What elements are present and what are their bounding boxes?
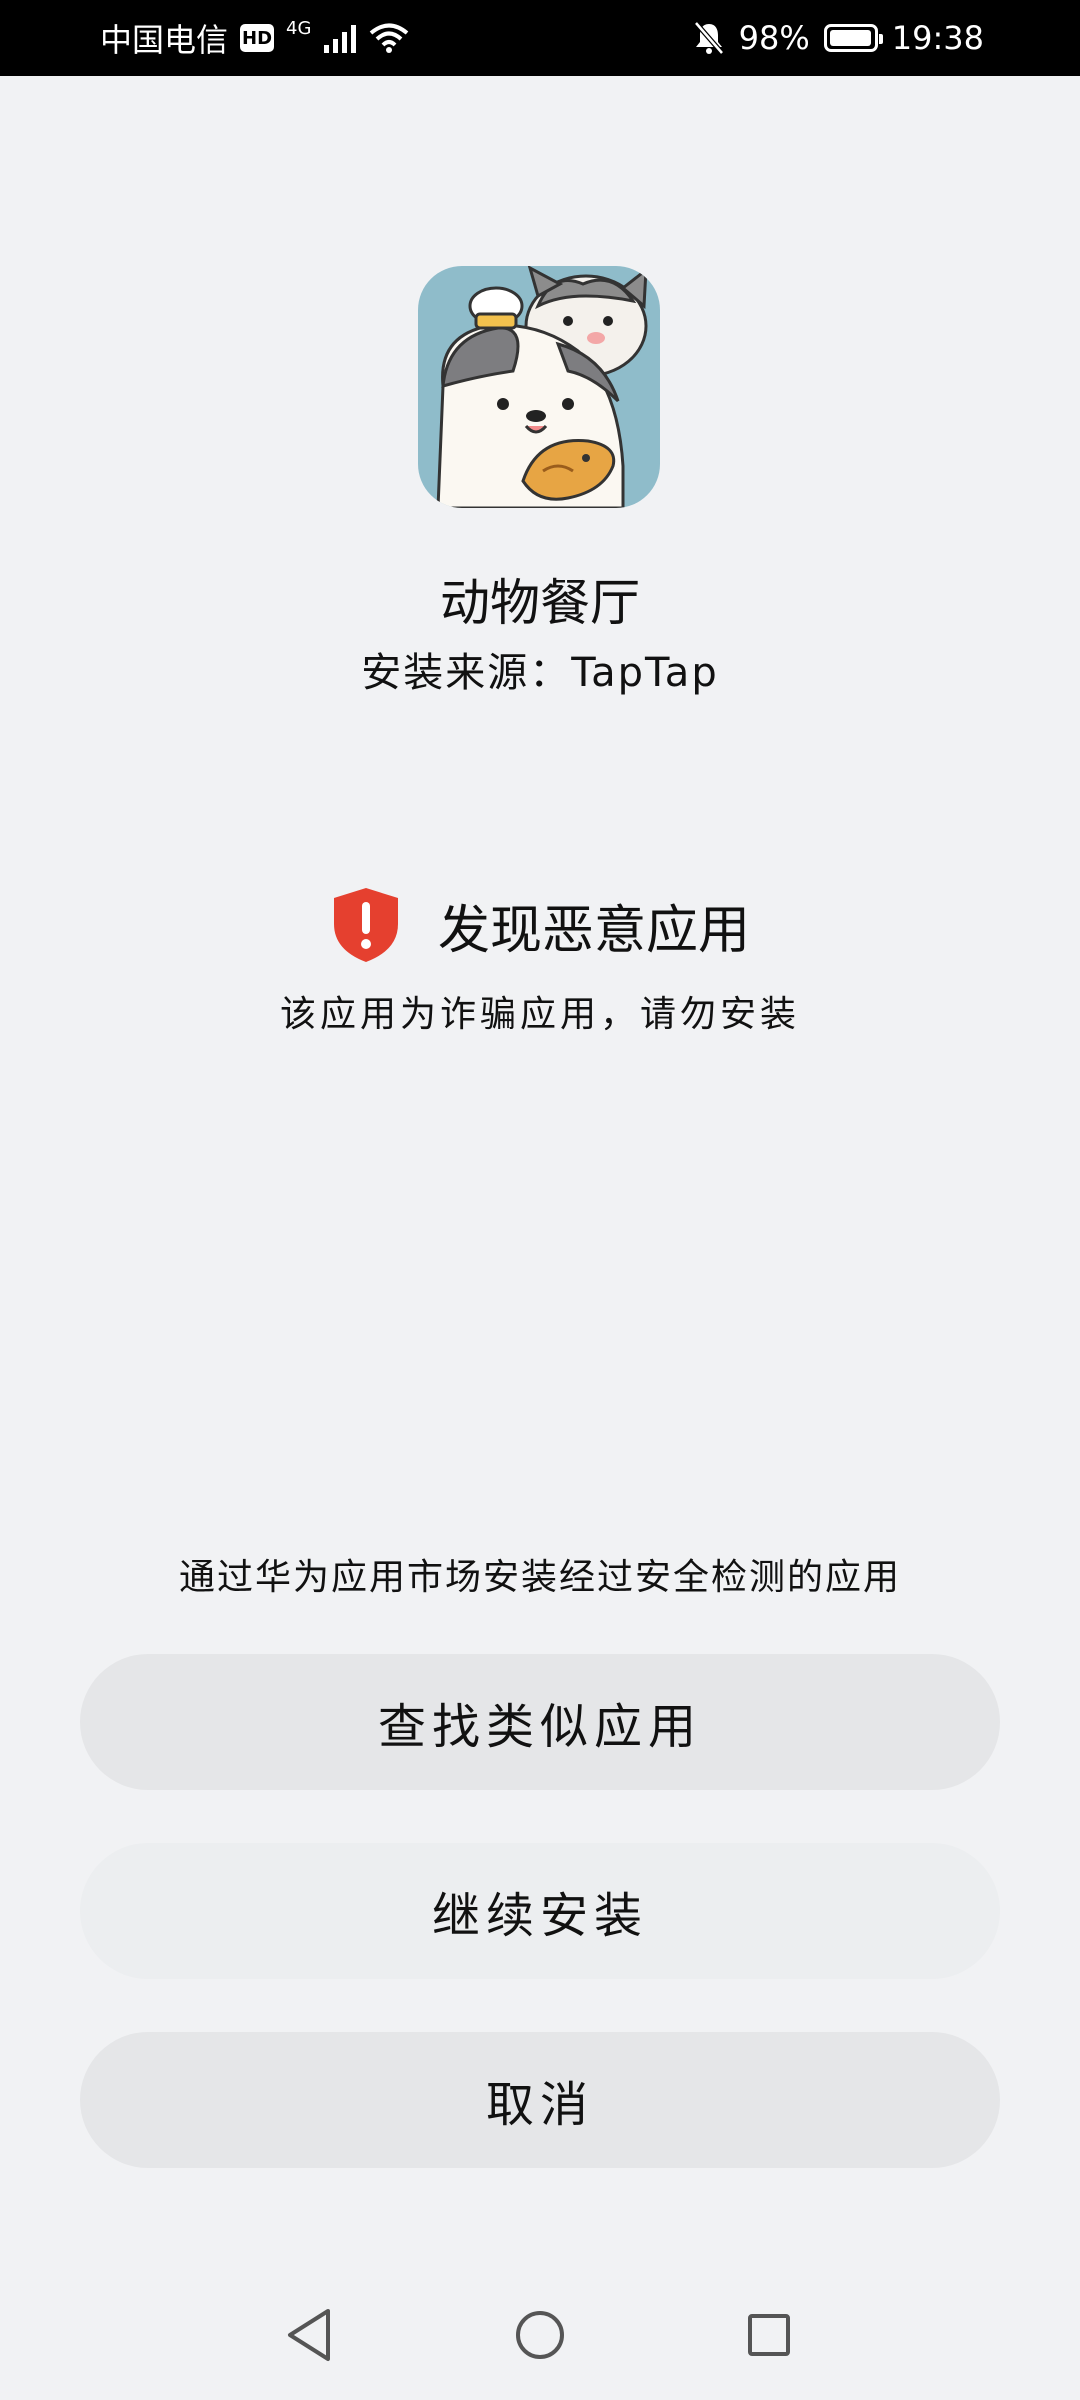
battery-percent: 98%	[738, 19, 810, 57]
recents-icon	[748, 2314, 790, 2356]
status-bar: 中国电信 HD 4G 98% 19:38	[0, 0, 1080, 76]
home-button[interactable]	[495, 2290, 585, 2380]
back-button[interactable]	[264, 2290, 354, 2380]
warning-title: 发现恶意应用	[437, 900, 750, 961]
install-warning-screen: 中国电信 HD 4G 98% 19:38 动物餐厅 安装来源：TapTap 发现…	[0, 0, 1080, 2400]
malicious-app-warning: 发现恶意应用	[0, 886, 1080, 964]
clock: 19:38	[891, 19, 984, 57]
signal-icon	[324, 25, 357, 53]
find-similar-apps-button[interactable]: 查找类似应用	[80, 1654, 1000, 1790]
wifi-icon	[370, 23, 409, 53]
status-bar-left: 中国电信 HD 4G	[100, 0, 409, 76]
home-icon	[516, 2311, 564, 2359]
back-icon	[288, 2309, 330, 2361]
status-bar-right: 98% 19:38	[693, 0, 984, 76]
shield-alert-icon	[333, 888, 398, 962]
battery-icon	[823, 24, 883, 52]
hd-badge: HD	[240, 24, 275, 52]
app-name: 动物餐厅	[440, 574, 640, 632]
navigation-bar	[0, 2290, 1080, 2380]
app-icon	[418, 266, 660, 508]
continue-install-button[interactable]: 继续安装	[80, 1843, 1000, 1979]
cancel-button[interactable]: 取消	[80, 2032, 1000, 2168]
warning-description: 该应用为诈骗应用，请勿安装	[279, 994, 800, 1035]
safe-install-hint: 通过华为应用市场安装经过安全检测的应用	[178, 1557, 901, 1598]
recents-button[interactable]	[724, 2290, 814, 2380]
app-icon-illustration	[418, 266, 660, 508]
network-generation: 4G	[286, 17, 312, 39]
install-source: 安装来源：TapTap	[361, 650, 719, 696]
carrier-label: 中国电信	[100, 21, 229, 59]
mute-bell-icon	[693, 21, 724, 55]
battery-fill	[829, 30, 871, 46]
